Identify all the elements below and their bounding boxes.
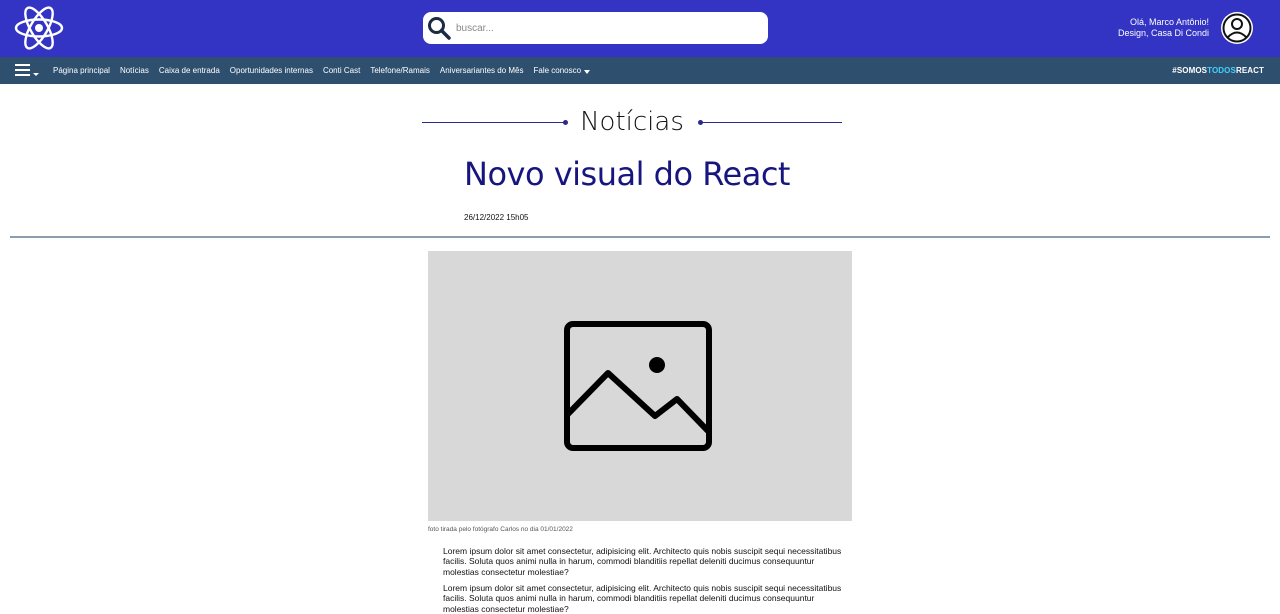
top-header: Olá, Marco Antônio! Design, Casa Di Cond… — [0, 0, 1280, 57]
nav-item-oportunidades-internas[interactable]: Oportunidades internas — [225, 66, 318, 75]
nav-items: Página principal Notícias Caixa de entra… — [48, 57, 595, 84]
nav-item-fale-conosco-label: Fale conosco — [533, 66, 582, 75]
main-nav: Página principal Notícias Caixa de entra… — [0, 57, 1280, 84]
hashtag-part-2: TODOS — [1207, 66, 1236, 75]
nav-item-caixa-de-entrada[interactable]: Caixa de entrada — [154, 66, 225, 75]
search-input[interactable] — [456, 17, 756, 39]
search-icon[interactable] — [426, 15, 452, 41]
article-title: Novo visual do React — [464, 155, 790, 193]
hashtag-part-3: REACT — [1235, 66, 1264, 75]
hamburger-menu-icon[interactable] — [15, 64, 41, 78]
user-avatar-icon[interactable] — [1220, 11, 1254, 45]
hashtag-part-1: #SOMOS — [1172, 66, 1208, 75]
nav-item-aniversariantes[interactable]: Aniversariantes do Mês — [435, 66, 529, 75]
hashtag-banner: #SOMOSTODOSREACT — [1172, 66, 1264, 75]
nav-item-telefone-ramais[interactable]: Telefone/Ramais — [365, 66, 435, 75]
user-info: Olá, Marco Antônio! Design, Casa Di Cond… — [1118, 17, 1209, 39]
section-divider-right — [699, 122, 842, 123]
image-placeholder-icon — [564, 321, 712, 451]
nav-item-conti-cast[interactable]: Conti Cast — [318, 66, 365, 75]
chevron-down-icon — [584, 70, 591, 74]
user-greeting: Olá, Marco Antônio! — [1129, 17, 1209, 27]
article-paragraph: Lorem ipsum dolor sit amet consectetur, … — [443, 546, 842, 577]
nav-item-noticias[interactable]: Notícias — [115, 66, 154, 75]
article-image — [428, 251, 852, 521]
user-subtitle: Design, Casa Di Condi — [1117, 28, 1209, 38]
article-paragraph: Lorem ipsum dolor sit amet consectetur, … — [443, 583, 842, 614]
content-divider — [10, 236, 1270, 238]
react-atom-icon[interactable] — [14, 5, 64, 51]
section-heading: Notícias — [422, 105, 842, 141]
search-bar — [423, 12, 768, 44]
nav-item-pagina-principal[interactable]: Página principal — [48, 66, 115, 75]
image-caption: foto tirada pelo fotógrafo Carlos no dia… — [428, 526, 573, 533]
article-date: 26/12/2022 15h05 — [464, 213, 529, 222]
nav-item-fale-conosco[interactable]: Fale conosco — [529, 66, 596, 75]
